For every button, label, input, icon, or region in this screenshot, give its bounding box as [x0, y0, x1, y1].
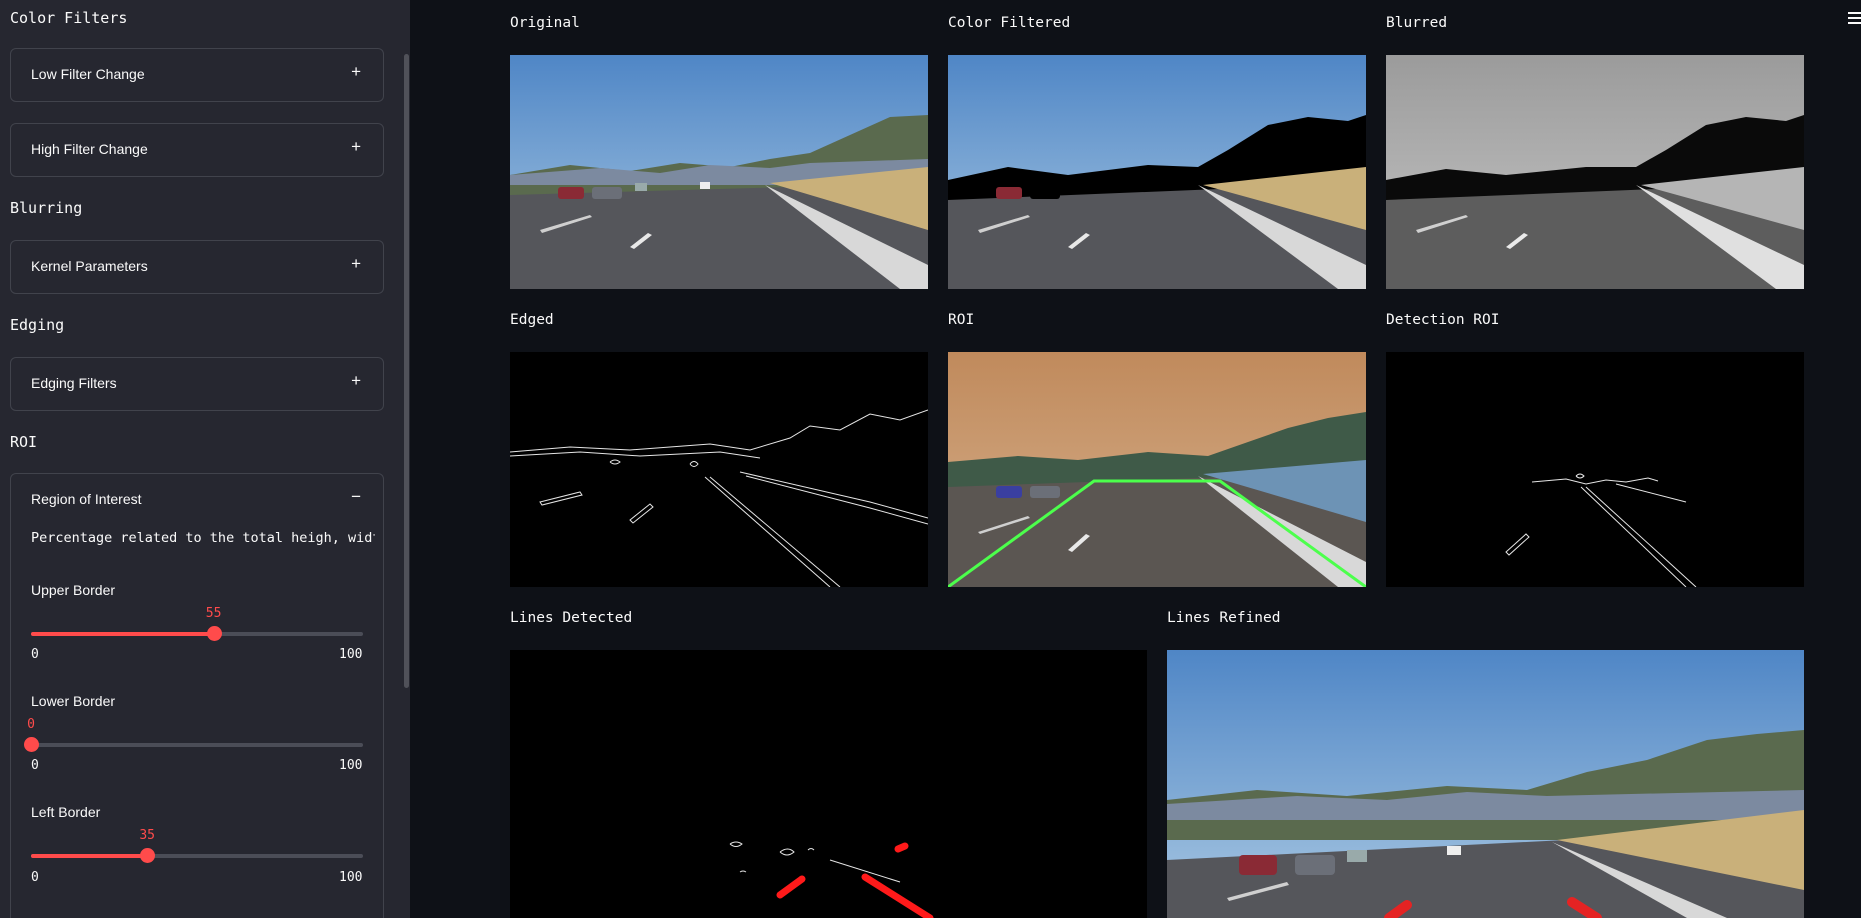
- collapse-minus-icon[interactable]: −: [351, 487, 361, 507]
- slider-fill: [31, 854, 148, 858]
- lower-border-label: Lower Border: [31, 693, 116, 709]
- sidebar-scrollbar[interactable]: [404, 54, 409, 688]
- section-edging: Edging: [10, 316, 65, 334]
- panel-title-roi: ROI: [948, 312, 975, 328]
- region-of-interest-label[interactable]: Region of Interest: [31, 491, 142, 507]
- roi-image: [948, 352, 1366, 587]
- slider-value: 0: [27, 717, 35, 732]
- edging-filters-expander[interactable]: Edging Filters +: [10, 357, 384, 411]
- blurred-image: [1386, 55, 1804, 289]
- slider-max: 100: [339, 758, 363, 773]
- panel-title-edged: Edged: [510, 312, 554, 328]
- upper-border-slider[interactable]: 55: [31, 606, 363, 641]
- expand-plus-icon[interactable]: +: [351, 137, 361, 157]
- panel-title-blurred: Blurred: [1386, 15, 1448, 31]
- upper-border-label: Upper Border: [31, 582, 116, 598]
- low-filter-label: Low Filter Change: [31, 66, 145, 82]
- high-filter-label: High Filter Change: [31, 141, 148, 157]
- original-image: [510, 55, 928, 289]
- lines-detected-image: [510, 650, 1147, 918]
- slider-max: 100: [339, 647, 363, 662]
- slider-min: 0: [31, 758, 39, 773]
- expand-plus-icon[interactable]: +: [351, 62, 361, 82]
- detection-roi-image: [1386, 352, 1804, 587]
- slider-thumb[interactable]: [24, 737, 39, 752]
- panel-title-color-filtered: Color Filtered: [948, 15, 1071, 31]
- panel-title-lines-refined: Lines Refined: [1167, 610, 1281, 626]
- kernel-label: Kernel Parameters: [31, 258, 148, 274]
- slider-thumb[interactable]: [206, 626, 222, 641]
- panel-title-detection-roi: Detection ROI: [1386, 312, 1500, 328]
- low-filter-expander[interactable]: Low Filter Change +: [10, 48, 384, 102]
- section-roi: ROI: [10, 433, 38, 451]
- hamburger-menu-icon[interactable]: [1848, 12, 1861, 26]
- slider-thumb[interactable]: [140, 848, 156, 863]
- slider-value: 35: [139, 828, 156, 843]
- high-filter-expander[interactable]: High Filter Change +: [10, 123, 384, 177]
- roi-help-text: Percentage related to the total heigh, w…: [31, 530, 375, 546]
- expand-plus-icon[interactable]: +: [351, 254, 361, 274]
- edging-filters-label: Edging Filters: [31, 375, 117, 391]
- lower-border-slider[interactable]: 0: [24, 717, 363, 752]
- lines-refined-image: [1167, 650, 1804, 918]
- slider-value: 55: [205, 606, 222, 621]
- color-filtered-image: [948, 55, 1366, 289]
- left-border-label: Left Border: [31, 804, 101, 820]
- left-border-slider[interactable]: 35: [31, 828, 363, 863]
- edged-image: [510, 352, 928, 587]
- slider-min: 0: [31, 870, 39, 885]
- section-blurring: Blurring: [10, 199, 83, 217]
- sidebar: Color Filters Low Filter Change + High F…: [0, 0, 410, 918]
- slider-max: 100: [339, 870, 363, 885]
- panel-title-lines-detected: Lines Detected: [510, 610, 633, 626]
- expand-plus-icon[interactable]: +: [351, 371, 361, 391]
- panel-title-original: Original: [510, 15, 580, 31]
- slider-fill: [31, 632, 214, 636]
- region-of-interest-expander: Region of Interest − Percentage related …: [10, 473, 384, 918]
- slider-min: 0: [31, 647, 39, 662]
- kernel-expander[interactable]: Kernel Parameters +: [10, 240, 384, 294]
- section-color-filters: Color Filters: [10, 9, 128, 27]
